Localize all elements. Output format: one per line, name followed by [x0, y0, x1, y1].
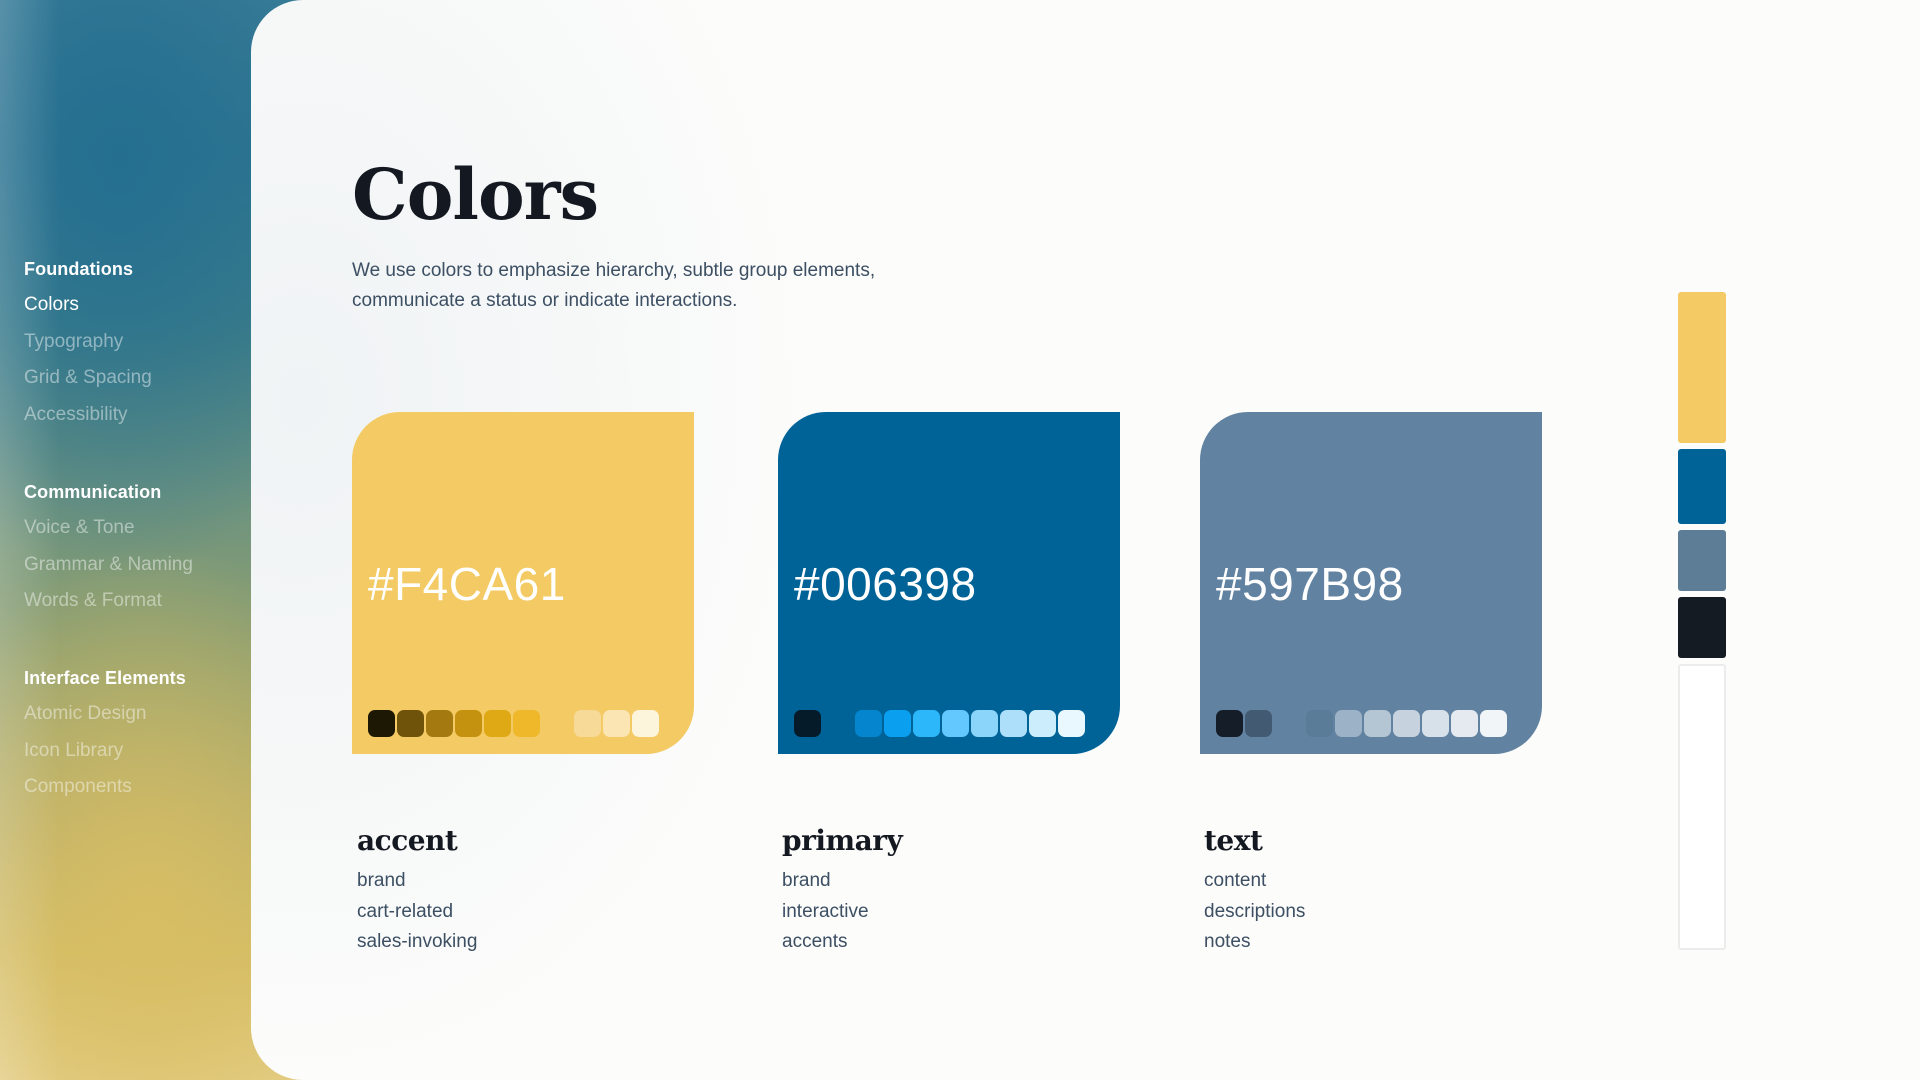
- swatch-dark-6[interactable]: [513, 710, 540, 737]
- palette-tag: accents: [782, 931, 848, 952]
- page-title: Colors: [352, 153, 599, 236]
- strip-segment-accent[interactable]: [1678, 292, 1726, 443]
- swatch-light-1[interactable]: [574, 710, 601, 737]
- hex-value: #006398: [794, 558, 977, 610]
- swatch-spacer: [1274, 710, 1306, 737]
- palette-tag: content: [1204, 870, 1267, 891]
- palette-tag: sales-invoking: [357, 931, 478, 952]
- strip-segment-white[interactable]: [1678, 664, 1726, 950]
- sidebar-item-atomic-design[interactable]: Atomic Design: [24, 703, 186, 725]
- swatch-light-3[interactable]: [913, 710, 940, 737]
- swatch-dark-1[interactable]: [368, 710, 395, 737]
- swatch-light-7[interactable]: [1029, 710, 1056, 737]
- main-panel: Colors We use colors to emphasize hierar…: [251, 0, 1920, 1080]
- palette-label-primary: primary brand interactive accents: [782, 824, 903, 958]
- swatch-dark-2[interactable]: [1245, 710, 1272, 737]
- color-card-primary[interactable]: #006398: [778, 412, 1120, 754]
- swatch-light-5[interactable]: [1422, 710, 1449, 737]
- swatch-light-4[interactable]: [942, 710, 969, 737]
- nav-group-communication: Communication Voice & Tone Grammar & Nam…: [24, 481, 193, 627]
- nav-group-foundations: Foundations Colors Typography Grid & Spa…: [24, 258, 152, 440]
- swatch-spacer: [542, 710, 574, 737]
- sidebar-item-typography[interactable]: Typography: [24, 331, 152, 353]
- palette-label-text: text content descriptions notes: [1204, 824, 1305, 958]
- sidebar-item-voice-tone[interactable]: Voice & Tone: [24, 517, 193, 539]
- swatch-light-4[interactable]: [1393, 710, 1420, 737]
- swatch-light-3[interactable]: [1364, 710, 1391, 737]
- swatch-light-6[interactable]: [1000, 710, 1027, 737]
- color-strip: [1678, 292, 1726, 956]
- color-card-text[interactable]: #597B98: [1200, 412, 1542, 754]
- palette-name: text: [1204, 824, 1263, 857]
- shade-swatches: [1216, 710, 1509, 737]
- strip-segment-text[interactable]: [1678, 530, 1726, 591]
- swatch-dark-2[interactable]: [397, 710, 424, 737]
- hex-value: #597B98: [1216, 558, 1404, 610]
- sidebar-item-grid-spacing[interactable]: Grid & Spacing: [24, 367, 152, 389]
- nav-heading-interface-elements: Interface Elements: [24, 668, 186, 688]
- strip-segment-dark[interactable]: [1678, 597, 1726, 658]
- palette-tag: descriptions: [1204, 900, 1306, 922]
- sidebar-nav: Foundations Colors Typography Grid & Spa…: [0, 0, 250, 1080]
- palette-tag: brand: [782, 870, 831, 891]
- swatch-light-2[interactable]: [1335, 710, 1362, 737]
- palette-tag: notes: [1204, 931, 1251, 952]
- swatch-light-5[interactable]: [971, 710, 998, 737]
- swatch-dark-5[interactable]: [484, 710, 511, 737]
- swatch-light-3[interactable]: [632, 710, 659, 737]
- swatch-dark-1[interactable]: [1216, 710, 1243, 737]
- swatch-spacer: [823, 710, 855, 737]
- palette-tag: interactive: [782, 900, 869, 922]
- palette-name: accent: [357, 824, 458, 857]
- nav-heading-communication: Communication: [24, 482, 162, 502]
- sidebar-item-icon-library[interactable]: Icon Library: [24, 740, 186, 762]
- sidebar-item-grammar-naming[interactable]: Grammar & Naming: [24, 554, 193, 576]
- sidebar-item-words-format[interactable]: Words & Format: [24, 590, 193, 612]
- palette-tag: cart-related: [357, 900, 454, 922]
- swatch-dark-4[interactable]: [455, 710, 482, 737]
- sidebar-item-accessibility[interactable]: Accessibility: [24, 404, 152, 426]
- swatch-dark-3[interactable]: [426, 710, 453, 737]
- swatch-light-7[interactable]: [1480, 710, 1507, 737]
- swatch-light-2[interactable]: [884, 710, 911, 737]
- shade-swatches: [368, 710, 661, 737]
- nav-heading-foundations: Foundations: [24, 259, 134, 279]
- shade-swatches: [794, 710, 1087, 737]
- swatch-light-8[interactable]: [1058, 710, 1085, 737]
- swatch-light-1[interactable]: [855, 710, 882, 737]
- palette-label-accent: accent brand cart-related sales-invoking: [357, 824, 477, 958]
- color-card-accent[interactable]: #F4CA61: [352, 412, 694, 754]
- sidebar-item-colors[interactable]: Colors: [24, 294, 152, 316]
- sidebar-item-components[interactable]: Components: [24, 776, 186, 798]
- palette-tag: brand: [357, 870, 406, 891]
- hex-value: #F4CA61: [368, 558, 566, 610]
- swatch-dark-1[interactable]: [794, 710, 821, 737]
- swatch-light-2[interactable]: [603, 710, 630, 737]
- swatch-light-1[interactable]: [1306, 710, 1333, 737]
- nav-group-interface-elements: Interface Elements Atomic Design Icon Li…: [24, 667, 186, 813]
- strip-segment-primary[interactable]: [1678, 449, 1726, 524]
- swatch-light-6[interactable]: [1451, 710, 1478, 737]
- page-description: We use colors to emphasize hierarchy, su…: [352, 260, 876, 311]
- palette-name: primary: [782, 824, 903, 857]
